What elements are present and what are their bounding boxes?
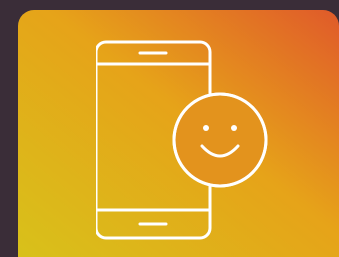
icon-tile <box>18 10 339 257</box>
app-frame <box>0 0 339 257</box>
smartphone-smiley-icon <box>94 40 276 240</box>
smiley-face-icon <box>172 92 268 188</box>
